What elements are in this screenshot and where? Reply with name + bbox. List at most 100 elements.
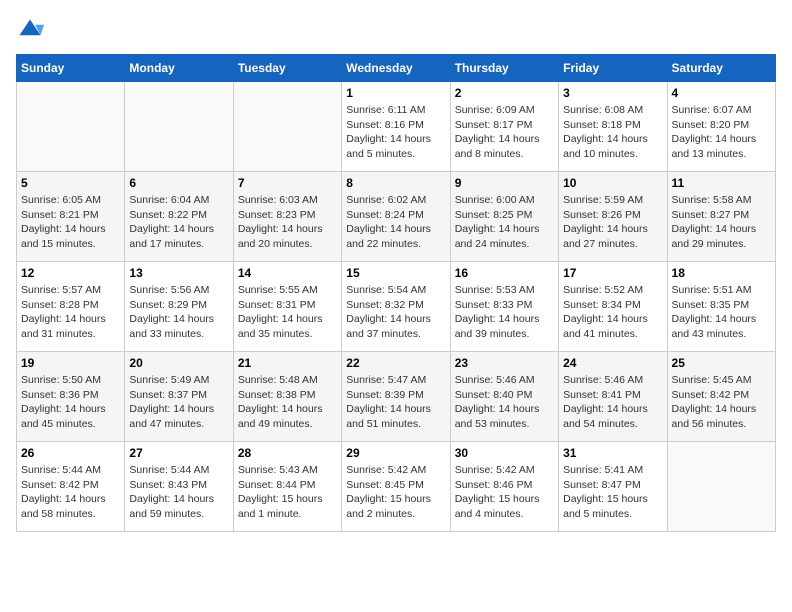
day-info: Sunrise: 6:00 AM Sunset: 8:25 PM Dayligh…	[455, 193, 554, 252]
calendar-cell: 12 Sunrise: 5:57 AM Sunset: 8:28 PM Dayli…	[17, 262, 125, 352]
calendar-cell: 8 Sunrise: 6:02 AM Sunset: 8:24 PM Daylig…	[342, 172, 450, 262]
day-info: Sunrise: 5:47 AM Sunset: 8:39 PM Dayligh…	[346, 373, 445, 432]
day-info: Sunrise: 5:52 AM Sunset: 8:34 PM Dayligh…	[563, 283, 662, 342]
day-number: 8	[346, 176, 445, 190]
logo-icon	[16, 16, 44, 44]
day-info: Sunrise: 5:56 AM Sunset: 8:29 PM Dayligh…	[129, 283, 228, 342]
calendar-cell: 20 Sunrise: 5:49 AM Sunset: 8:37 PM Dayli…	[125, 352, 233, 442]
week-row-1: 1 Sunrise: 6:11 AM Sunset: 8:16 PM Daylig…	[17, 82, 776, 172]
day-info: Sunrise: 6:09 AM Sunset: 8:17 PM Dayligh…	[455, 103, 554, 162]
day-number: 20	[129, 356, 228, 370]
day-info: Sunrise: 6:05 AM Sunset: 8:21 PM Dayligh…	[21, 193, 120, 252]
weekday-header-wednesday: Wednesday	[342, 55, 450, 82]
day-info: Sunrise: 5:44 AM Sunset: 8:43 PM Dayligh…	[129, 463, 228, 522]
day-info: Sunrise: 5:50 AM Sunset: 8:36 PM Dayligh…	[21, 373, 120, 432]
calendar-cell: 7 Sunrise: 6:03 AM Sunset: 8:23 PM Daylig…	[233, 172, 341, 262]
day-number: 1	[346, 86, 445, 100]
weekday-header-tuesday: Tuesday	[233, 55, 341, 82]
calendar-cell: 25 Sunrise: 5:45 AM Sunset: 8:42 PM Dayli…	[667, 352, 775, 442]
day-info: Sunrise: 5:54 AM Sunset: 8:32 PM Dayligh…	[346, 283, 445, 342]
day-info: Sunrise: 5:58 AM Sunset: 8:27 PM Dayligh…	[672, 193, 771, 252]
calendar-cell: 23Sunrise: 5:46 AM Sunset: 8:40 PM Dayli…	[450, 352, 558, 442]
day-info: Sunrise: 5:44 AM Sunset: 8:42 PM Dayligh…	[21, 463, 120, 522]
calendar-cell: 21 Sunrise: 5:48 AM Sunset: 8:38 PM Dayli…	[233, 352, 341, 442]
week-row-2: 5 Sunrise: 6:05 AM Sunset: 8:21 PM Daylig…	[17, 172, 776, 262]
page-header	[16, 16, 776, 44]
day-number: 13	[129, 266, 228, 280]
logo	[16, 16, 48, 44]
calendar-cell	[667, 442, 775, 532]
calendar-cell: 27 Sunrise: 5:44 AM Sunset: 8:43 PM Dayli…	[125, 442, 233, 532]
day-info: Sunrise: 5:59 AM Sunset: 8:26 PM Dayligh…	[563, 193, 662, 252]
weekday-header-sunday: Sunday	[17, 55, 125, 82]
day-number: 7	[238, 176, 337, 190]
calendar-cell: 10 Sunrise: 5:59 AM Sunset: 8:26 PM Dayli…	[559, 172, 667, 262]
calendar-cell: 24Sunrise: 5:46 AM Sunset: 8:41 PM Dayli…	[559, 352, 667, 442]
calendar-cell: 30 Sunrise: 5:42 AM Sunset: 8:46 PM Dayli…	[450, 442, 558, 532]
calendar-cell: 31Sunrise: 5:41 AM Sunset: 8:47 PM Dayli…	[559, 442, 667, 532]
calendar-cell: 18Sunrise: 5:51 AM Sunset: 8:35 PM Dayli…	[667, 262, 775, 352]
calendar-cell: 4 Sunrise: 6:07 AM Sunset: 8:20 PM Daylig…	[667, 82, 775, 172]
day-number: 21	[238, 356, 337, 370]
day-number: 12	[21, 266, 120, 280]
day-number: 9	[455, 176, 554, 190]
day-number: 27	[129, 446, 228, 460]
day-info: Sunrise: 6:04 AM Sunset: 8:22 PM Dayligh…	[129, 193, 228, 252]
day-number: 30	[455, 446, 554, 460]
calendar-table: SundayMondayTuesdayWednesdayThursdayFrid…	[16, 54, 776, 532]
week-row-3: 12 Sunrise: 5:57 AM Sunset: 8:28 PM Dayli…	[17, 262, 776, 352]
calendar-cell: 29 Sunrise: 5:42 AM Sunset: 8:45 PM Dayli…	[342, 442, 450, 532]
calendar-cell	[125, 82, 233, 172]
day-number: 5	[21, 176, 120, 190]
day-info: Sunrise: 5:41 AM Sunset: 8:47 PM Dayligh…	[563, 463, 662, 522]
day-number: 25	[672, 356, 771, 370]
day-number: 15	[346, 266, 445, 280]
calendar-cell: 17 Sunrise: 5:52 AM Sunset: 8:34 PM Dayli…	[559, 262, 667, 352]
calendar-cell: 11Sunrise: 5:58 AM Sunset: 8:27 PM Dayli…	[667, 172, 775, 262]
day-number: 14	[238, 266, 337, 280]
day-info: Sunrise: 5:42 AM Sunset: 8:45 PM Dayligh…	[346, 463, 445, 522]
calendar-cell: 2 Sunrise: 6:09 AM Sunset: 8:17 PM Daylig…	[450, 82, 558, 172]
day-info: Sunrise: 5:42 AM Sunset: 8:46 PM Dayligh…	[455, 463, 554, 522]
day-info: Sunrise: 5:43 AM Sunset: 8:44 PM Dayligh…	[238, 463, 337, 522]
calendar-cell: 28 Sunrise: 5:43 AM Sunset: 8:44 PM Dayli…	[233, 442, 341, 532]
calendar-cell: 14 Sunrise: 5:55 AM Sunset: 8:31 PM Dayli…	[233, 262, 341, 352]
day-info: Sunrise: 6:02 AM Sunset: 8:24 PM Dayligh…	[346, 193, 445, 252]
day-info: Sunrise: 5:57 AM Sunset: 8:28 PM Dayligh…	[21, 283, 120, 342]
calendar-cell: 26Sunrise: 5:44 AM Sunset: 8:42 PM Dayli…	[17, 442, 125, 532]
day-info: Sunrise: 5:45 AM Sunset: 8:42 PM Dayligh…	[672, 373, 771, 432]
weekday-header-row: SundayMondayTuesdayWednesdayThursdayFrid…	[17, 55, 776, 82]
calendar-cell: 6Sunrise: 6:04 AM Sunset: 8:22 PM Daylig…	[125, 172, 233, 262]
calendar-cell: 5 Sunrise: 6:05 AM Sunset: 8:21 PM Daylig…	[17, 172, 125, 262]
day-number: 2	[455, 86, 554, 100]
week-row-4: 19Sunrise: 5:50 AM Sunset: 8:36 PM Dayli…	[17, 352, 776, 442]
calendar-cell: 19Sunrise: 5:50 AM Sunset: 8:36 PM Dayli…	[17, 352, 125, 442]
day-info: Sunrise: 5:46 AM Sunset: 8:40 PM Dayligh…	[455, 373, 554, 432]
calendar-cell	[233, 82, 341, 172]
calendar-cell	[17, 82, 125, 172]
calendar-cell: 22 Sunrise: 5:47 AM Sunset: 8:39 PM Dayli…	[342, 352, 450, 442]
weekday-header-friday: Friday	[559, 55, 667, 82]
day-number: 17	[563, 266, 662, 280]
day-info: Sunrise: 6:08 AM Sunset: 8:18 PM Dayligh…	[563, 103, 662, 162]
day-info: Sunrise: 6:03 AM Sunset: 8:23 PM Dayligh…	[238, 193, 337, 252]
day-number: 22	[346, 356, 445, 370]
weekday-header-monday: Monday	[125, 55, 233, 82]
calendar-cell: 15 Sunrise: 5:54 AM Sunset: 8:32 PM Dayli…	[342, 262, 450, 352]
day-info: Sunrise: 6:07 AM Sunset: 8:20 PM Dayligh…	[672, 103, 771, 162]
calendar-cell: 16Sunrise: 5:53 AM Sunset: 8:33 PM Dayli…	[450, 262, 558, 352]
day-number: 16	[455, 266, 554, 280]
day-number: 3	[563, 86, 662, 100]
day-info: Sunrise: 6:11 AM Sunset: 8:16 PM Dayligh…	[346, 103, 445, 162]
day-info: Sunrise: 5:49 AM Sunset: 8:37 PM Dayligh…	[129, 373, 228, 432]
calendar-cell: 3 Sunrise: 6:08 AM Sunset: 8:18 PM Daylig…	[559, 82, 667, 172]
week-row-5: 26Sunrise: 5:44 AM Sunset: 8:42 PM Dayli…	[17, 442, 776, 532]
calendar-cell: 13 Sunrise: 5:56 AM Sunset: 8:29 PM Dayli…	[125, 262, 233, 352]
day-number: 28	[238, 446, 337, 460]
day-number: 10	[563, 176, 662, 190]
day-info: Sunrise: 5:48 AM Sunset: 8:38 PM Dayligh…	[238, 373, 337, 432]
day-number: 4	[672, 86, 771, 100]
day-info: Sunrise: 5:46 AM Sunset: 8:41 PM Dayligh…	[563, 373, 662, 432]
day-number: 29	[346, 446, 445, 460]
day-info: Sunrise: 5:55 AM Sunset: 8:31 PM Dayligh…	[238, 283, 337, 342]
